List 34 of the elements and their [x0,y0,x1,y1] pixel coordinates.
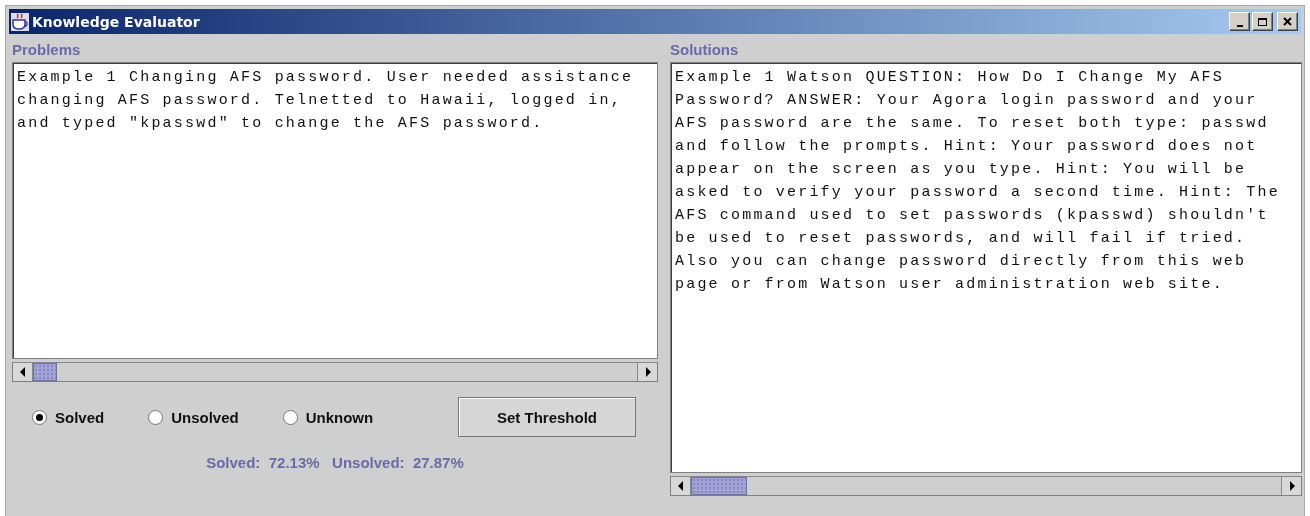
radio-button[interactable] [32,409,47,425]
maximize-button[interactable] [1252,12,1273,31]
scrollbar-thumb[interactable] [691,477,747,495]
scroll-right-button[interactable] [1281,477,1301,495]
close-icon [1283,17,1292,26]
set-threshold-button[interactable]: Set Threshold [458,397,636,437]
maximize-icon [1258,17,1267,26]
minimize-button[interactable] [1229,12,1250,31]
radio-option[interactable]: Unsolved [148,408,239,426]
panel-title: Solutions [670,40,739,60]
radio-button[interactable] [148,409,164,425]
text-area[interactable]: Example 1 Changing AFS password. User needed assistance changing AFS password. Telnetted to Hawaii, logged in, and typed "kpasswd" to change the AFS password. [12,62,658,359]
scroll-left-button[interactable] [671,477,691,495]
minimize-icon [1236,24,1243,27]
horizontal-scrollbar[interactable] [12,362,658,382]
radio-option[interactable]: Solved [32,408,105,426]
horizontal-scrollbar[interactable] [670,476,1302,496]
scroll-right-button[interactable] [637,363,657,381]
window-title: Knowledge Evaluator [32,13,200,30]
scrollbar-thumb[interactable] [33,363,57,381]
text-content: Example 1 Watson QUESTION: How Do I Change My AFS Password? ANSWER: Your Agora login password and your AFS password are the same. To reset both type: passwd and follow the prompts. Hint: Your password does not appear on the screen as you type. Hint: You will be asked to verify your password a second time. Hint: The AFS command used to set passwords (kpasswd) shouldn't be used to reset passwords, and will fail if tried. Also you can change password directly from this web page or from Watson user administration web site. [675,68,1281,295]
scroll-left-button[interactable] [13,363,33,381]
close-button[interactable] [1277,12,1298,31]
text-area[interactable] [670,62,1302,473]
right-arrow-icon [643,367,652,377]
text-content: Example 1 Changing AFS password. User needed assistance changing AFS password. Telnetted to Hawaii, logged in, and typed "kpasswd" to change the AFS password. [17,68,635,134]
left-arrow-icon [18,367,27,377]
status-text: Solved: 72.13% Unsolved: 27.87% [206,454,464,471]
coffee-cup-icon [11,12,29,31]
radio-option[interactable]: Unknown [282,408,374,426]
right-arrow-icon [1287,481,1296,491]
left-arrow-icon [676,481,685,491]
panel-title: Problems [12,40,81,60]
radio-button[interactable] [282,409,298,425]
